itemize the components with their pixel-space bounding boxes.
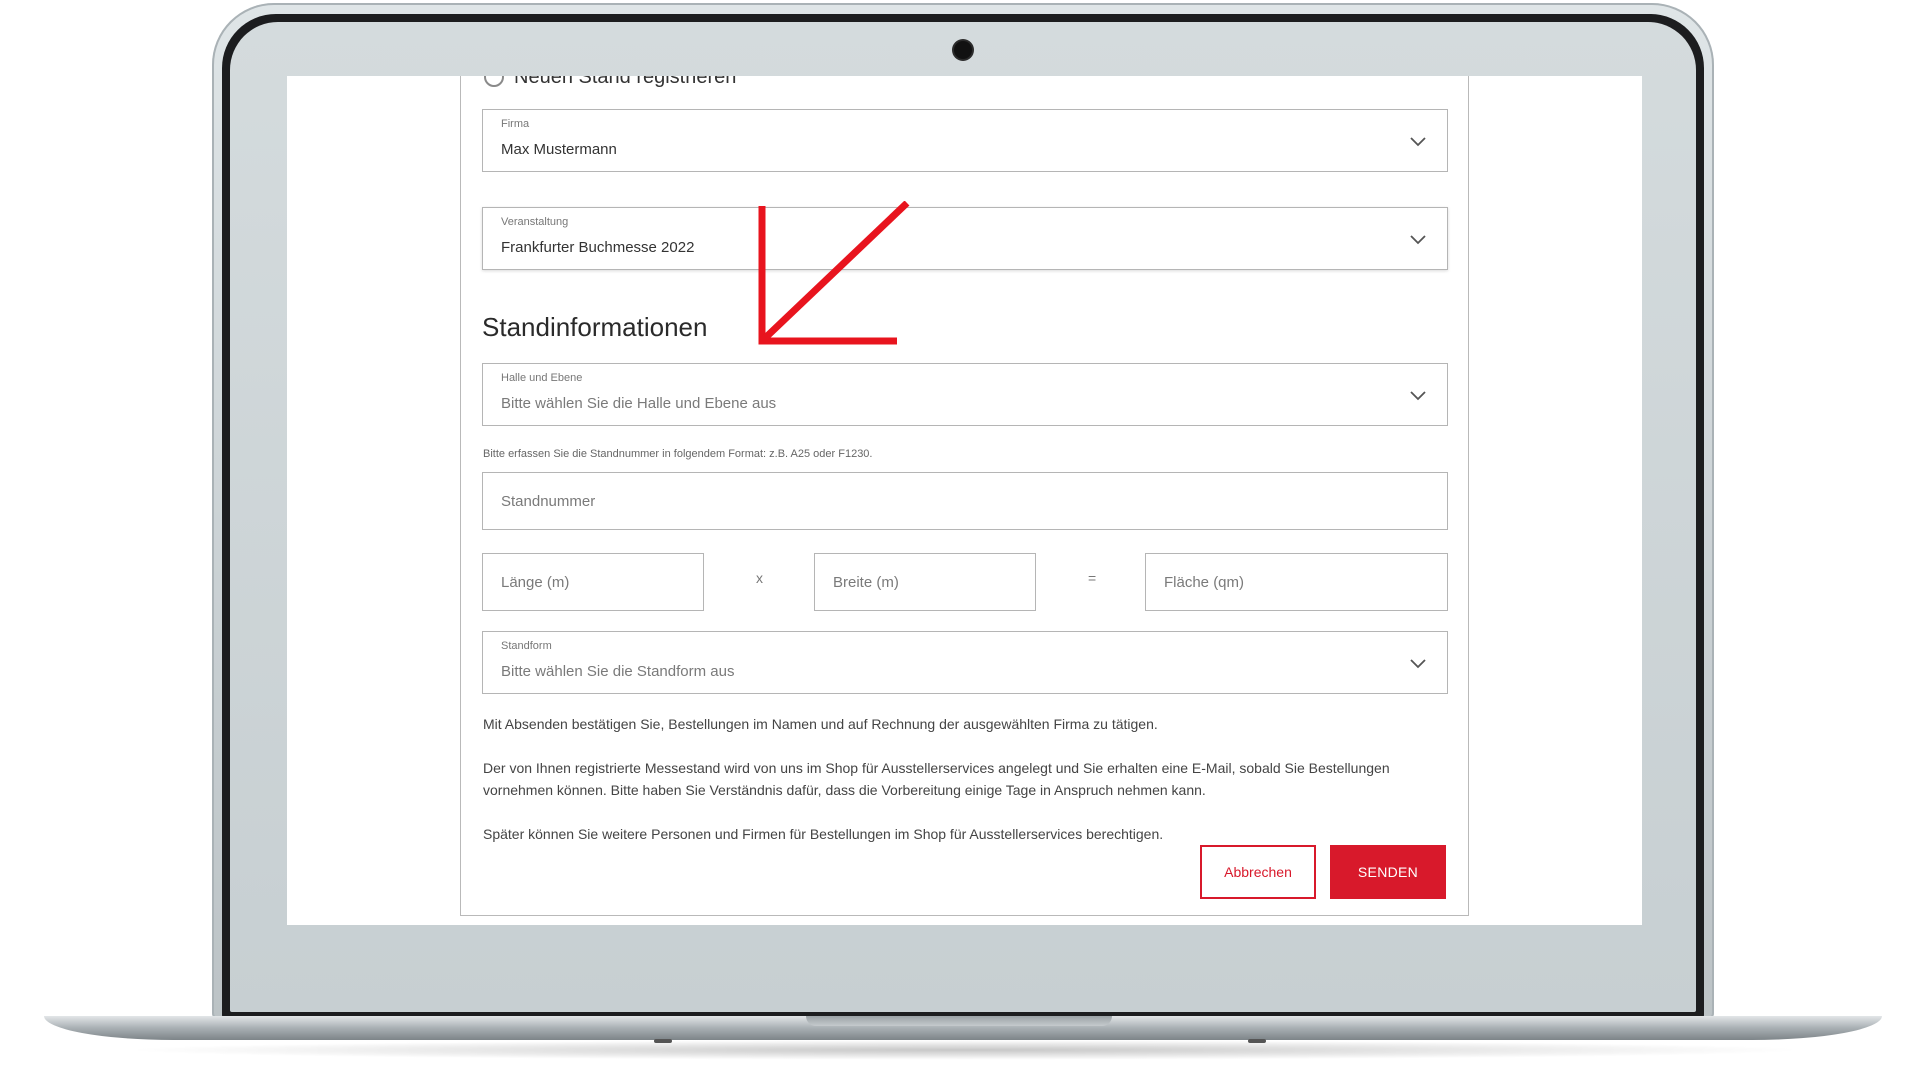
stand-number-hint: Bitte erfassen Sie die Standnummer in fo…: [483, 448, 873, 460]
arrow-annotation-icon: [758, 201, 910, 345]
chevron-down-icon[interactable]: [1409, 386, 1427, 404]
cancel-button[interactable]: Abbrechen: [1200, 845, 1316, 899]
laptop-foot: [654, 1039, 672, 1043]
laptop-shadow: [120, 1040, 1810, 1060]
hall-label: Halle und Ebene: [501, 372, 583, 384]
company-value: Max Mustermann: [501, 141, 617, 158]
stand-form-label: Standform: [501, 640, 552, 652]
camera-icon: [954, 41, 972, 59]
chevron-down-icon[interactable]: [1409, 132, 1427, 150]
stand-number-input[interactable]: Standnummer: [482, 472, 1448, 530]
info-text-permissions: Später können Sie weitere Personen und F…: [483, 826, 1164, 842]
section-title: Standinformationen: [482, 312, 708, 342]
laptop-hinge-notch: [806, 1016, 1112, 1026]
event-value: Frankfurter Buchmesse 2022: [501, 239, 695, 256]
event-label: Veranstaltung: [501, 216, 569, 228]
area-input[interactable]: Fläche (qm): [1145, 553, 1448, 611]
width-placeholder: Breite (m): [833, 574, 899, 591]
stand-number-placeholder: Standnummer: [501, 493, 596, 510]
length-placeholder: Länge (m): [501, 574, 570, 591]
info-text-registration: Der von Ihnen registrierte Messestand wi…: [483, 760, 1390, 798]
event-select[interactable]: Veranstaltung Frankfurter Buchmesse 2022: [482, 207, 1448, 270]
radio-new-stand[interactable]: Neuen Stand registrieren: [484, 76, 736, 92]
info-text-confirm: Mit Absenden bestätigen Sie, Bestellunge…: [483, 716, 1158, 732]
send-button[interactable]: SENDEN: [1330, 845, 1446, 899]
hall-placeholder: Bitte wählen Sie die Halle und Ebene aus: [501, 395, 777, 412]
radio-button-icon[interactable]: [484, 76, 504, 87]
hall-select[interactable]: Halle und Ebene Bitte wählen Sie die Hal…: [482, 363, 1448, 426]
area-placeholder: Fläche (qm): [1164, 574, 1245, 591]
length-input[interactable]: Länge (m): [482, 553, 704, 611]
multiply-symbol: x: [756, 570, 763, 586]
radio-label: Neuen Stand registrieren: [514, 76, 737, 88]
equals-symbol: =: [1088, 570, 1097, 586]
laptop-foot: [1248, 1039, 1266, 1043]
stand-form-select[interactable]: Standform Bitte wählen Sie die Standform…: [482, 631, 1448, 694]
company-select[interactable]: Firma Max Mustermann: [482, 109, 1448, 172]
chevron-down-icon[interactable]: [1409, 230, 1427, 248]
stand-form-placeholder: Bitte wählen Sie die Standform aus: [501, 663, 735, 680]
width-input[interactable]: Breite (m): [814, 553, 1036, 611]
screen: Neuen Stand registrieren Firma Max Muste…: [287, 76, 1642, 925]
chevron-down-icon[interactable]: [1409, 654, 1427, 672]
company-label: Firma: [501, 118, 530, 130]
